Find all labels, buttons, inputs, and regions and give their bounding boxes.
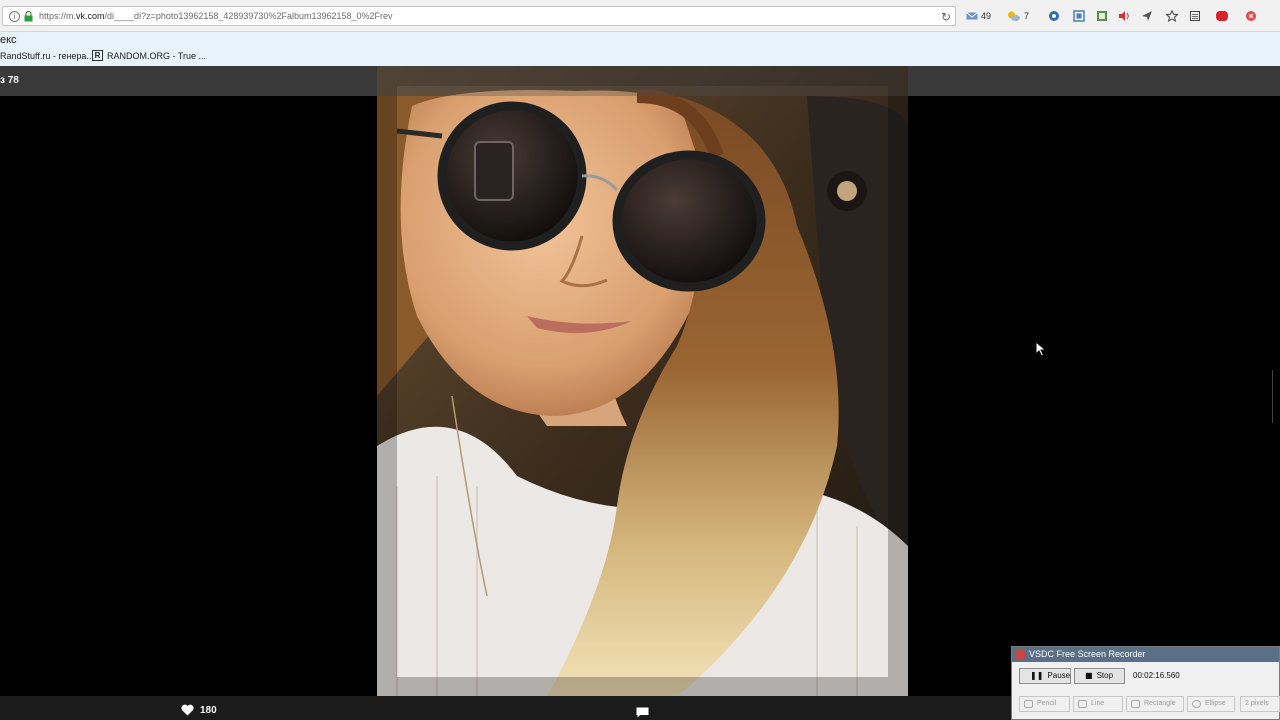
like-button[interactable]: 180 xyxy=(181,704,217,716)
pencil-tool[interactable]: Pencil xyxy=(1019,696,1070,712)
stop-label: Stop xyxy=(1096,671,1114,680)
weather-icon xyxy=(1008,11,1020,21)
reading-list-button[interactable] xyxy=(1189,9,1201,23)
extension-button-2[interactable] xyxy=(1073,9,1085,23)
line-width-select[interactable]: 2 pixels xyxy=(1240,696,1280,712)
pause-icon: ❚❚ xyxy=(1030,671,1044,680)
recorder-title-bar[interactable]: VSDC Free Screen Recorder xyxy=(1012,647,1279,662)
weather-extension[interactable]: 7 xyxy=(1006,9,1029,23)
bookmark-randstuff[interactable]: RandStuff.ru - генера... xyxy=(0,51,94,61)
photo-header-overlay xyxy=(377,66,908,96)
lock-icon xyxy=(24,11,33,22)
random-org-icon: R xyxy=(92,50,103,61)
scroll-handle[interactable] xyxy=(1272,370,1280,423)
comment-button[interactable] xyxy=(636,705,649,720)
line-tool[interactable]: Line xyxy=(1073,696,1123,712)
yandex-label[interactable]: екс xyxy=(0,34,17,46)
pause-label: Pause xyxy=(1047,671,1071,680)
stop-button[interactable]: ■ Stop xyxy=(1074,668,1125,684)
ellipse-icon xyxy=(1192,700,1201,708)
screenshot-icon xyxy=(1073,10,1085,22)
reload-icon[interactable]: ↻ xyxy=(941,10,951,24)
stop-icon: ■ xyxy=(1085,671,1093,680)
pause-button[interactable]: ❚❚ Pause xyxy=(1019,668,1071,684)
mail-extension[interactable]: 49 xyxy=(966,9,991,23)
comment-icon xyxy=(636,707,649,718)
sound-extension[interactable] xyxy=(1118,9,1130,23)
weather-temp: 7 xyxy=(1024,11,1030,21)
like-count: 180 xyxy=(200,704,217,716)
send-extension[interactable] xyxy=(1141,9,1153,23)
mail-icon xyxy=(966,12,978,20)
cloud-icon xyxy=(1049,11,1059,21)
screen-recorder-window: VSDC Free Screen Recorder ❚❚ Pause ■ Sto… xyxy=(1011,646,1280,720)
photo-image xyxy=(377,66,908,697)
tool-label: Ellipse xyxy=(1205,700,1226,707)
line-icon xyxy=(1078,700,1087,708)
extension-button-3[interactable] xyxy=(1096,9,1108,23)
speaker-icon xyxy=(1119,11,1129,21)
extension-button-1[interactable] xyxy=(1048,9,1060,23)
tool-label: Line xyxy=(1091,700,1105,707)
bookmark-random-org[interactable]: R RANDOM.ORG - True ... xyxy=(92,50,207,61)
tiles-icon xyxy=(1097,11,1107,21)
photo[interactable] xyxy=(377,66,908,697)
tool-label: 2 pixels xyxy=(1245,700,1269,707)
mouse-cursor-icon xyxy=(1035,341,1047,357)
adblock-extension[interactable] xyxy=(1213,9,1231,23)
info-icon[interactable]: i xyxy=(9,11,20,22)
adblock-icon xyxy=(1216,11,1228,21)
address-bar[interactable]: i https://m.vk.com/di____di?z=photo13962… xyxy=(2,6,956,26)
bookmark-star-button[interactable] xyxy=(1166,9,1178,23)
recorder-title: VSDC Free Screen Recorder xyxy=(1029,649,1146,659)
url-prefix: https://m. xyxy=(39,11,77,21)
url-domain: vk.com xyxy=(76,11,105,21)
browser-toolbar: i https://m.vk.com/di____di?z=photo13962… xyxy=(0,0,1280,32)
pencil-icon xyxy=(1024,700,1033,708)
close-circle-icon xyxy=(1246,11,1256,21)
screen: i https://m.vk.com/di____di?z=photo13962… xyxy=(0,0,1280,720)
heart-icon xyxy=(181,704,194,716)
address-url[interactable]: https://m.vk.com/di____di?z=photo1396215… xyxy=(39,11,393,21)
rectangle-icon xyxy=(1131,700,1140,708)
elapsed-time: 00:02:16.560 xyxy=(1133,671,1180,680)
ellipse-tool[interactable]: Ellipse xyxy=(1187,696,1235,712)
close-extension[interactable] xyxy=(1245,9,1257,23)
tool-label: Pencil xyxy=(1037,700,1057,707)
mail-count: 49 xyxy=(981,11,992,21)
reading-list-icon xyxy=(1190,11,1200,21)
drawing-tools: Pencil Line Rectangle Ellipse 2 pixels xyxy=(1012,696,1280,712)
tool-label: Rectangle xyxy=(1144,700,1176,707)
send-icon xyxy=(1142,11,1152,21)
recorder-app-icon xyxy=(1016,650,1025,659)
url-path: /di____di?z=photo13962158_428939730%2Fal… xyxy=(104,11,393,21)
star-icon xyxy=(1166,10,1178,22)
bookmark-label: RandStuff.ru - генера... xyxy=(0,51,94,61)
rectangle-tool[interactable]: Rectangle xyxy=(1126,696,1184,712)
photo-counter: з 78 xyxy=(0,75,19,86)
bookmark-label: RANDOM.ORG - True ... xyxy=(107,51,207,61)
